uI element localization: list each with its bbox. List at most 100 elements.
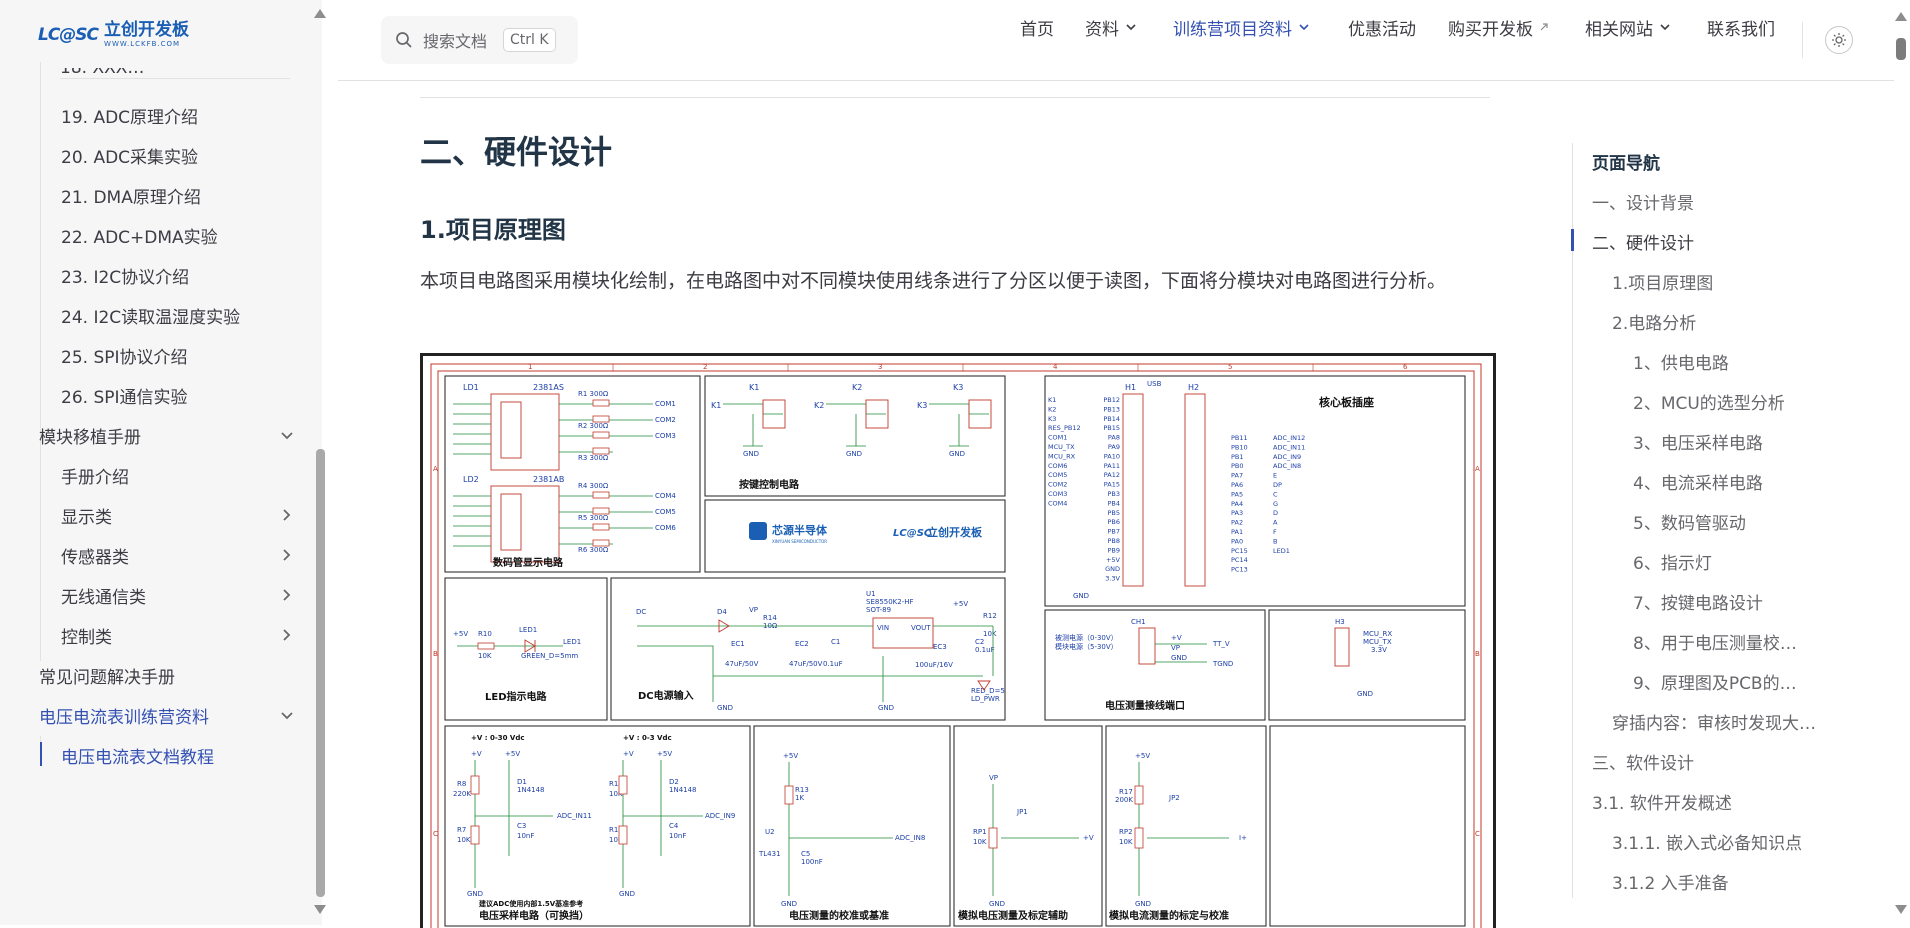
pin-label: ADC_IN9 (1273, 453, 1301, 461)
toc-item[interactable]: 7、按键电路设计 (1633, 589, 1763, 614)
pin-label: LED1 (1273, 547, 1290, 555)
sidebar-item-spi-experiment[interactable]: 26. SPI通信实验 (61, 383, 188, 408)
pin-label: PA3 (1231, 509, 1243, 517)
svg-text:+5V: +5V (453, 630, 468, 638)
toc-item[interactable]: 穿插内容：审核时发现大… (1612, 709, 1816, 734)
chevron-down-icon[interactable] (278, 707, 296, 725)
sidebar-cut-item[interactable]: 18. XXX… (60, 68, 290, 80)
dc-block-title: DC电源输入 (638, 689, 694, 702)
svg-text:GREEN_D=5mm: GREEN_D=5mm (521, 652, 578, 660)
toc-item[interactable]: 2.电路分析 (1612, 309, 1696, 334)
toc-item[interactable]: 2、MCU的选型分析 (1633, 389, 1785, 414)
sun-icon (1832, 33, 1846, 47)
pin-label: F (1273, 528, 1277, 536)
sidebar-scrollbar-thumb[interactable] (316, 449, 325, 897)
svg-text:K1: K1 (749, 383, 759, 392)
toc-item[interactable]: 3、电压采样电路 (1633, 429, 1763, 454)
pin-label: PB6 (1107, 518, 1120, 526)
toc-item[interactable]: 3.1. 软件开发概述 (1592, 789, 1732, 814)
svg-text:+V: +V (623, 750, 634, 758)
svg-text:4: 4 (1053, 363, 1058, 371)
nav-promo[interactable]: 优惠活动 (1348, 15, 1416, 40)
svg-text:LED1: LED1 (563, 638, 581, 646)
search-placeholder: 搜索文档 (423, 32, 488, 51)
sidebar-item-i2c-protocol[interactable]: 23. I2C协议介绍 (61, 263, 189, 288)
content-divider (420, 97, 1490, 98)
scroll-up-arrow-icon[interactable] (314, 9, 326, 18)
pin-label: PB14 (1103, 415, 1120, 423)
sidebar-item-manual-intro[interactable]: 手册介绍 (61, 463, 129, 488)
sidebar-item-spi-protocol[interactable]: 25. SPI协议介绍 (61, 343, 188, 368)
pin-label: COM4 (1048, 499, 1067, 507)
search-button[interactable]: 搜索文档 Ctrl K (381, 16, 578, 64)
toc-item[interactable]: 3.1.2 入手准备 (1612, 869, 1729, 894)
nav-materials[interactable]: 资料 (1085, 15, 1138, 40)
chevron-right-icon[interactable] (278, 506, 296, 524)
toc-item[interactable]: 5、数码管驱动 (1633, 509, 1746, 534)
svg-text:EC1: EC1 (731, 640, 745, 648)
chevron-right-icon[interactable] (278, 546, 296, 564)
sidebar-section-module[interactable]: 模块移植手册 (39, 423, 141, 448)
page-scrollbar-thumb[interactable] (1896, 38, 1906, 60)
sidebar-item-display[interactable]: 显示类 (61, 503, 112, 528)
toc-item[interactable]: 1、供电电路 (1633, 349, 1729, 374)
toc-item[interactable]: 6、指示灯 (1633, 549, 1712, 574)
sidebar-item-sensor[interactable]: 传感器类 (61, 543, 129, 568)
toc-item[interactable]: 3.1.1. 嵌入式必备知识点 (1612, 829, 1802, 854)
toc-item[interactable]: 4、电流采样电路 (1633, 469, 1763, 494)
svg-text:R17: R17 (1119, 788, 1133, 796)
sidebar-item-control[interactable]: 控制类 (61, 623, 112, 648)
sidebar-item-adc-experiment[interactable]: 20. ADC采集实验 (61, 143, 198, 168)
pin-label: A (1273, 519, 1278, 527)
sidebar-item-adc-principle[interactable]: 19. ADC原理介绍 (61, 103, 198, 128)
toc-item[interactable]: 二、硬件设计 (1592, 229, 1694, 254)
sidebar-item-adc-dma[interactable]: 22. ADC+DMA实验 (61, 223, 218, 248)
nav-camp[interactable]: 训练营项目资料 (1173, 15, 1311, 40)
chevron-down-icon (1299, 24, 1309, 31)
svg-text:COM1: COM1 (655, 400, 676, 408)
pin-label: ADC_IN8 (1273, 462, 1301, 470)
svg-text:USB: USB (1147, 380, 1162, 388)
sidebar-item-dma-principle[interactable]: 21. DMA原理介绍 (61, 183, 201, 208)
toc-item[interactable]: 1.项目原理图 (1612, 269, 1713, 294)
sidebar-item-wireless[interactable]: 无线通信类 (61, 583, 146, 608)
scroll-up-arrow-icon[interactable] (1895, 12, 1907, 21)
chevron-down-icon[interactable] (278, 427, 296, 445)
pin-label: K1 (1048, 396, 1056, 404)
svg-text:R5 300Ω: R5 300Ω (578, 514, 609, 522)
chevron-right-icon[interactable] (278, 586, 296, 604)
pin-label: E (1273, 472, 1277, 480)
svg-text:RED_D=5: RED_D=5 (971, 687, 1005, 695)
vsample-block-title: 电压采样电路（可换挡） (479, 909, 589, 922)
svg-text:GND: GND (619, 890, 635, 898)
toc-track (1572, 143, 1573, 898)
toc-item[interactable]: 8、用于电压测量校… (1633, 629, 1797, 654)
external-link-icon (1540, 23, 1548, 31)
chevron-right-icon[interactable] (278, 626, 296, 644)
theme-toggle[interactable] (1825, 26, 1853, 54)
svg-text:GND: GND (878, 704, 894, 712)
svg-text:ADC_IN11: ADC_IN11 (557, 812, 592, 820)
toc-item[interactable]: 一、设计背景 (1592, 189, 1694, 214)
page-scrollbar[interactable] (1894, 0, 1910, 925)
pin-label: PC13 (1231, 566, 1248, 574)
svg-text:10K: 10K (983, 630, 997, 638)
pin-label: PA6 (1231, 481, 1243, 489)
svg-text:D2: D2 (669, 778, 679, 786)
nav-home[interactable]: 首页 (1020, 15, 1054, 40)
sidebar-section-camp[interactable]: 电压电流表训练营资料 (39, 703, 209, 728)
nav-contact[interactable]: 联系我们 (1707, 15, 1775, 40)
toc-item[interactable]: 9、原理图及PCB的… (1633, 669, 1797, 694)
svg-text:1K: 1K (795, 794, 804, 802)
scroll-down-arrow-icon[interactable] (314, 905, 326, 914)
nav-buy[interactable]: 购买开发板 (1448, 15, 1550, 40)
sidebar-item-i2c-temp[interactable]: 24. I2C读取温湿度实验 (61, 303, 240, 328)
scroll-down-arrow-icon[interactable] (1895, 905, 1907, 914)
toc-item[interactable]: 三、软件设计 (1592, 749, 1694, 774)
svg-text:H1: H1 (1125, 383, 1136, 392)
svg-text:COM4: COM4 (655, 492, 676, 500)
svg-text:GND: GND (467, 890, 483, 898)
sidebar-item-faq[interactable]: 常见问题解决手册 (39, 663, 175, 688)
sidebar-item-camp-doc[interactable]: 电压电流表文档教程 (61, 743, 214, 768)
nav-related[interactable]: 相关网站 (1585, 15, 1672, 40)
